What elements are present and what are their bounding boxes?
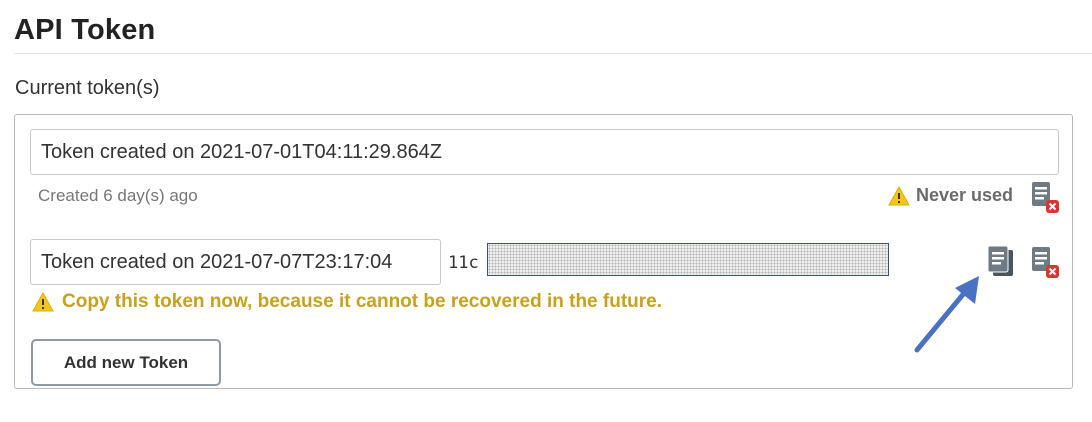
revoke-token-icon[interactable] — [1030, 246, 1062, 280]
token-name-input[interactable] — [30, 129, 1059, 175]
section-label: Current token(s) — [15, 77, 160, 99]
copy-warning-text: Copy this token now, because it cannot b… — [62, 291, 663, 312]
token-usage-status: Never used — [888, 185, 1013, 206]
warning-icon — [32, 292, 54, 312]
warning-icon — [888, 185, 910, 206]
copy-token-warning: Copy this token now, because it cannot b… — [32, 291, 662, 313]
page-title: API Token — [14, 14, 156, 46]
token-name-input[interactable] — [30, 239, 441, 285]
token-created-text: Created 6 day(s) ago — [38, 186, 198, 205]
annotation-arrow-icon — [914, 276, 979, 353]
usage-label: Never used — [916, 185, 1014, 205]
add-new-token-button[interactable]: Add new Token — [31, 339, 221, 386]
token-value-prefix: 11c — [448, 253, 479, 273]
token-value-masked — [487, 243, 889, 276]
title-divider — [14, 53, 1092, 54]
revoke-token-icon[interactable] — [1030, 181, 1062, 215]
